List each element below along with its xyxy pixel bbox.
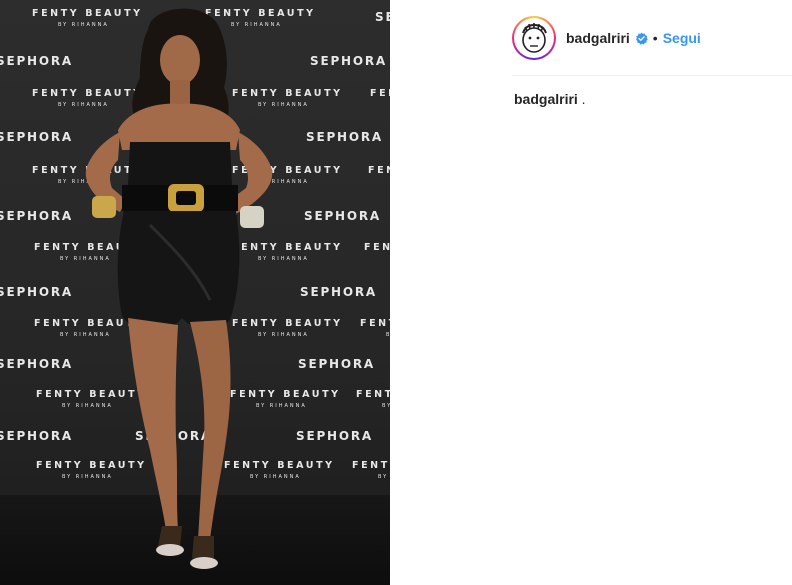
avatar[interactable] — [512, 16, 556, 60]
post-header: badgalriri • Segui — [512, 14, 782, 62]
post-side-panel: badgalriri • Segui badgalriri . — [390, 0, 792, 585]
woman-figure — [85, 8, 273, 569]
cartoon-face-icon — [522, 23, 547, 53]
verified-badge-icon — [635, 32, 648, 45]
username-link[interactable]: badgalriri — [566, 30, 630, 46]
post-caption: badgalriri . — [514, 91, 586, 107]
caption-username-link[interactable]: badgalriri — [514, 91, 578, 107]
separator-dot: • — [652, 30, 658, 46]
follow-button[interactable]: Segui — [663, 30, 701, 46]
caption-text: . — [577, 91, 586, 107]
header-divider — [512, 75, 792, 76]
post-photo[interactable]: FENTY BEAUTY BY RIHANNA FENTY BEAUTY BY RIH… — [0, 0, 390, 585]
